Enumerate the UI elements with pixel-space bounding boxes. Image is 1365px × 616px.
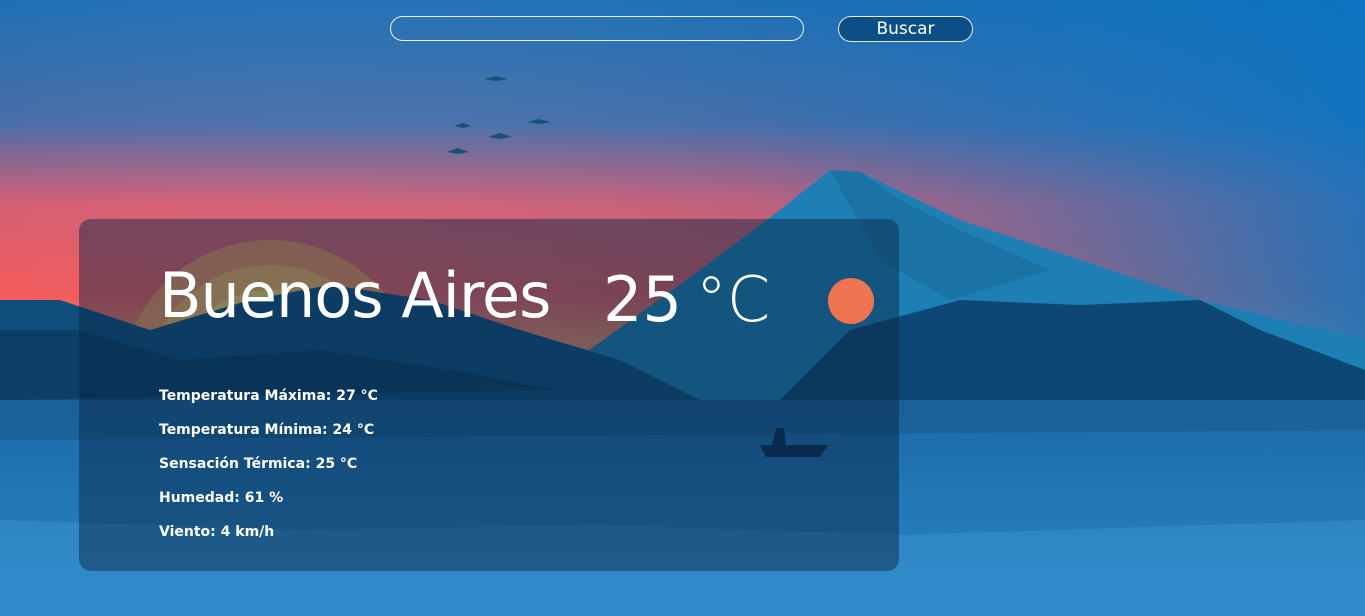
search-button[interactable]: Buscar: [838, 16, 973, 42]
detail-min-temp: Temperatura Mínima: 24 °C: [159, 419, 378, 453]
detail-value: 61 %: [244, 490, 284, 506]
detail-label: Temperatura Máxima:: [159, 388, 332, 404]
detail-value: 4 km/h: [220, 524, 275, 540]
detail-humidity: Humedad: 61 %: [159, 487, 378, 521]
detail-max-temp: Temperatura Máxima: 27 °C: [159, 385, 378, 419]
temperature-unit: °C: [695, 263, 771, 336]
temperature-display: 25 °C: [603, 263, 770, 336]
search-input[interactable]: [390, 16, 804, 41]
detail-label: Humedad:: [159, 490, 240, 506]
weather-card: Buenos Aires 25 °C Temperatura Máxima: 27…: [79, 219, 899, 571]
detail-label: Sensación Térmica:: [159, 456, 311, 472]
search-bar: Buscar: [0, 0, 1365, 60]
weather-details: Temperatura Máxima: 27 °C Temperatura Mí…: [159, 385, 378, 555]
city-name: Buenos Aires: [159, 259, 551, 332]
detail-feels-like: Sensación Térmica: 25 °C: [159, 453, 378, 487]
detail-label: Temperatura Mínima:: [159, 422, 328, 438]
detail-value: 24 °C: [332, 422, 375, 438]
detail-label: Viento:: [159, 524, 216, 540]
temperature-value: 25: [603, 263, 682, 336]
detail-wind: Viento: 4 km/h: [159, 521, 378, 555]
sun-icon: [828, 278, 874, 324]
weather-page: Buscar Buenos Aires 25 °C Temperatura Máx…: [0, 0, 1365, 616]
detail-value: 27 °C: [336, 388, 378, 404]
detail-value: 25 °C: [315, 456, 358, 472]
